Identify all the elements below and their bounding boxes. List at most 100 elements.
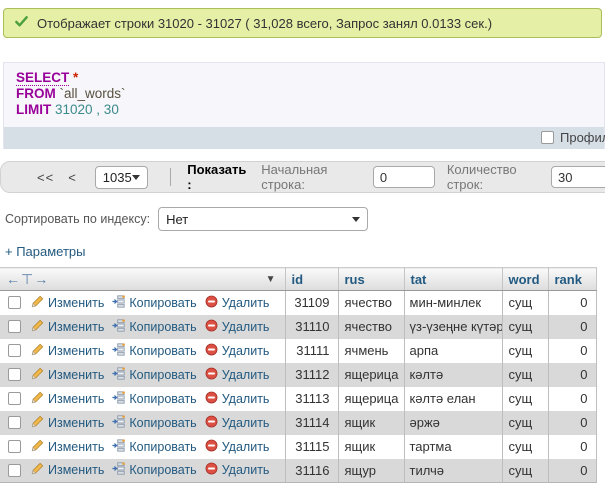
row-checkbox[interactable] [8, 440, 21, 453]
delete-link[interactable]: Удалить [222, 463, 270, 477]
row-checkbox[interactable] [8, 416, 21, 429]
profiling-checkbox[interactable] [541, 131, 554, 144]
edit-action: Изменить [31, 295, 104, 311]
copy-action: Копировать [112, 367, 196, 383]
row-checkbox[interactable] [8, 464, 21, 477]
edit-link[interactable]: Изменить [48, 344, 104, 358]
sort-by-key-select[interactable]: Нет [158, 207, 368, 231]
copy-link[interactable]: Копировать [129, 368, 196, 382]
row-checkbox[interactable] [8, 368, 21, 381]
row-checkbox[interactable] [8, 344, 21, 357]
pagination-bar: << < 1035 Показать : Начальная строка: К… [0, 161, 605, 193]
copy-link[interactable]: Копировать [129, 296, 196, 310]
check-icon [14, 14, 29, 32]
table-body: Изменить Копировать [0, 291, 596, 483]
edit-link[interactable]: Изменить [48, 320, 104, 334]
delete-action: Удалить [205, 439, 270, 455]
copy-link[interactable]: Копировать [129, 416, 196, 430]
sql-keyword-select[interactable]: SELECT [16, 70, 69, 86]
delete-link[interactable]: Удалить [222, 368, 270, 382]
column-header-rank[interactable]: rank [548, 268, 596, 291]
edit-link[interactable]: Изменить [48, 368, 104, 382]
num-rows-input[interactable] [551, 166, 605, 188]
edit-action: Изменить [31, 415, 104, 431]
cell-tat: мин-минлек [404, 291, 502, 315]
start-row-input[interactable] [373, 166, 435, 188]
edit-action: Изменить [31, 439, 104, 455]
copy-link[interactable]: Копировать [129, 463, 196, 477]
delete-action: Удалить [205, 319, 270, 335]
copy-link[interactable]: Копировать [129, 320, 196, 334]
copy-row-icon [112, 462, 125, 478]
edit-link[interactable]: Изменить [48, 463, 104, 477]
delete-action: Удалить [205, 367, 270, 383]
copy-row-icon [112, 415, 125, 431]
delete-link[interactable]: Удалить [222, 416, 270, 430]
row-checkbox[interactable] [8, 320, 21, 333]
copy-link[interactable]: Копировать [129, 344, 196, 358]
delete-link[interactable]: Удалить [222, 320, 270, 334]
copy-row-icon [112, 319, 125, 335]
copy-action: Копировать [112, 319, 196, 335]
delete-link[interactable]: Удалить [222, 440, 270, 454]
cell-id: 31115 [285, 435, 338, 459]
delete-icon [205, 415, 218, 431]
delete-link[interactable]: Удалить [222, 392, 270, 406]
column-header-tat[interactable]: tat [404, 268, 502, 291]
cell-rus: ящур [338, 459, 404, 483]
column-header-id[interactable]: id [285, 268, 338, 291]
edit-link[interactable]: Изменить [48, 440, 104, 454]
delete-icon [205, 462, 218, 478]
table-row: Изменить Копировать [0, 363, 596, 387]
edit-action: Изменить [31, 367, 104, 383]
copy-link[interactable]: Копировать [129, 392, 196, 406]
delete-action: Удалить [205, 391, 270, 407]
column-header-word[interactable]: word [502, 268, 548, 291]
cell-id: 31111 [285, 339, 338, 363]
delete-icon [205, 319, 218, 335]
row-actions-cell: Изменить Копировать [0, 387, 285, 411]
pencil-icon [31, 295, 44, 311]
copy-row-icon [112, 391, 125, 407]
edit-action: Изменить [31, 462, 104, 478]
sql-select-arg: * [73, 70, 78, 85]
column-header-rus[interactable]: rus [338, 268, 404, 291]
cell-rus: ячмень [338, 339, 404, 363]
sort-desc-icon[interactable]: ▼ [266, 274, 276, 285]
cell-id: 31110 [285, 315, 338, 339]
edit-link[interactable]: Изменить [48, 392, 104, 406]
copy-link[interactable]: Копировать [129, 440, 196, 454]
cell-id: 31116 [285, 459, 338, 483]
cell-rus: ячество [338, 291, 404, 315]
prev-page-button[interactable]: < [68, 170, 77, 185]
copy-row-icon [112, 295, 125, 311]
delete-link[interactable]: Удалить [222, 296, 270, 310]
edit-link[interactable]: Изменить [48, 296, 104, 310]
cell-tat: әржә [404, 411, 502, 435]
row-checkbox[interactable] [8, 392, 21, 405]
copy-action: Копировать [112, 439, 196, 455]
copy-action: Копировать [112, 391, 196, 407]
sql-query-panel: SELECT * FROM `all_words` LIMIT 31020 , … [3, 62, 605, 149]
row-checkbox[interactable] [8, 296, 21, 309]
page-select[interactable]: 1035 [95, 166, 149, 189]
edit-link[interactable]: Изменить [48, 416, 104, 430]
success-message: Отображает строки 31020 - 31027 ( 31,028… [3, 8, 602, 38]
cell-word: сущ [502, 291, 548, 315]
cell-rank: 0 [548, 291, 596, 315]
first-page-button[interactable]: << [37, 170, 54, 185]
start-row-label: Начальная строка: [261, 162, 363, 192]
chevron-down-icon [352, 217, 360, 222]
cell-rus: ящерица [338, 387, 404, 411]
table-row: Изменить Копировать [0, 459, 596, 483]
sort-by-key-label: Сортировать по индексу: [5, 212, 150, 226]
delete-icon [205, 295, 218, 311]
delete-link[interactable]: Удалить [222, 344, 270, 358]
options-toggle-link[interactable]: + Параметры [5, 244, 86, 259]
column-drag-icon[interactable]: ←⊤→ [6, 271, 49, 288]
sql-keyword-from: FROM [16, 86, 56, 101]
delete-action: Удалить [205, 415, 270, 431]
copy-action: Копировать [112, 462, 196, 478]
header-actions-cell: ←⊤→ ▼ [0, 268, 285, 291]
cell-tat: тартма [404, 435, 502, 459]
